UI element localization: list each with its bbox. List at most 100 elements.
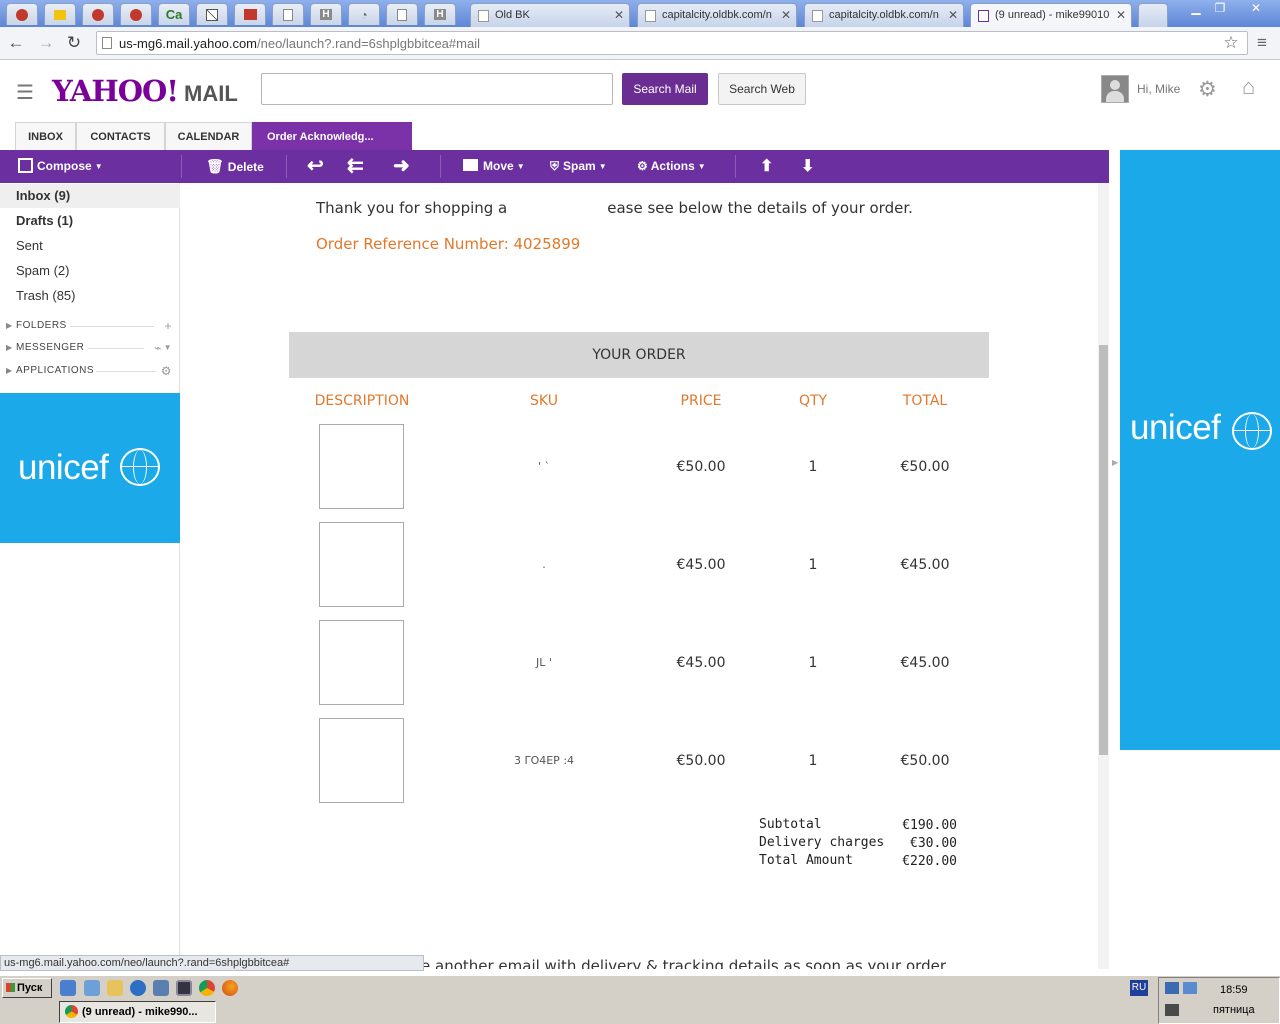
pinned-tab-9[interactable]: H [310, 3, 342, 25]
next-message-icon[interactable]: ⬇ [801, 150, 814, 183]
pinned-tab-8[interactable] [272, 3, 304, 25]
browser-tab-old-bk[interactable]: Old BK ✕ [470, 3, 630, 27]
product-image[interactable] [319, 522, 404, 607]
quicklaunch-window-icon[interactable] [176, 980, 192, 996]
spam-button[interactable]: ⛨ Spam ▼ [550, 150, 607, 183]
pinned-tab-11[interactable] [386, 3, 418, 25]
quicklaunch-ie-icon[interactable] [60, 980, 76, 996]
pinned-tab-6[interactable] [196, 3, 228, 25]
network-icon[interactable] [1165, 982, 1179, 994]
home-icon[interactable]: ⌂ [1242, 74, 1255, 100]
pinned-tab-2[interactable] [44, 3, 76, 25]
unicef-ad-left[interactable]: unicef [0, 393, 180, 543]
tab-contacts[interactable]: CONTACTS [76, 122, 165, 150]
sidebar-item-sent[interactable]: Sent [0, 234, 180, 258]
forward-mail-icon[interactable]: ➜ [393, 150, 410, 183]
sidebar-item-drafts[interactable]: Drafts (1) [0, 209, 180, 233]
quicklaunch-firefox-icon[interactable] [222, 980, 238, 996]
chevron-down-icon[interactable]: ▼ [164, 338, 172, 358]
sidebar-section-messenger[interactable]: ▶ MESSENGER ⌁ ▼ [0, 338, 180, 358]
product-image[interactable] [319, 718, 404, 803]
product-image[interactable] [319, 424, 404, 509]
close-tab-icon[interactable]: ✕ [614, 8, 624, 22]
new-tab-button[interactable] [1138, 3, 1168, 27]
pinned-tab-label: H [434, 9, 446, 20]
unicef-ad-right[interactable]: unicef [1120, 150, 1280, 750]
quicklaunch-chrome-icon[interactable] [199, 980, 215, 996]
product-image[interactable] [319, 620, 404, 705]
pinned-tab-1[interactable] [6, 3, 38, 25]
minimize-icon[interactable]: ▁ [1184, 1, 1208, 17]
previous-message-icon[interactable]: ⬆ [760, 150, 773, 183]
mail-icon [978, 10, 989, 22]
browser-tab-capitalcity-1[interactable]: capitalcity.oldbk.com/n ✕ [637, 3, 797, 27]
pinned-tab-7[interactable] [234, 3, 266, 25]
compose-button[interactable]: Compose ▼ [18, 150, 103, 183]
close-tab-icon[interactable]: ✕ [948, 8, 958, 22]
quicklaunch-network-icon[interactable] [84, 980, 100, 996]
back-icon[interactable]: ← [6, 33, 26, 53]
quicklaunch-browser-icon[interactable] [130, 980, 146, 996]
section-label: FOLDERS [16, 320, 67, 331]
pinned-tab-5[interactable]: Ca [158, 3, 190, 25]
move-button[interactable]: Move ▼ [463, 150, 525, 183]
sidebar-section-folders[interactable]: ▶ FOLDERS + [0, 316, 180, 336]
column-header-total: TOTAL [902, 393, 948, 409]
quicklaunch-folder-icon[interactable] [107, 980, 123, 996]
language-indicator[interactable]: RU [1130, 980, 1148, 996]
avatar[interactable] [1101, 75, 1129, 103]
chevron-down-icon: ▼ [516, 162, 525, 171]
bookmark-star-icon[interactable]: ☆ [1221, 33, 1241, 53]
scrollbar-thumb[interactable] [1099, 345, 1108, 755]
toolbar-divider [735, 155, 736, 178]
close-tab-icon[interactable]: ✕ [1116, 8, 1126, 22]
gear-icon[interactable]: ⚙ [1198, 77, 1217, 102]
reply-all-icon[interactable]: ⇇ [347, 150, 364, 183]
expand-arrow-icon: ▶ [6, 321, 13, 330]
pinned-tab-10[interactable]: ◔ [348, 3, 380, 25]
clock[interactable]: 18:59 [1220, 984, 1248, 996]
search-web-button[interactable]: Search Web [718, 73, 806, 105]
sidebar-item-spam[interactable]: Spam (2) [0, 259, 180, 283]
sidebar-section-applications[interactable]: ▶ APPLICATIONS ⚙ [0, 361, 180, 381]
search-mail-button[interactable]: Search Mail [622, 73, 708, 105]
browser-tab-capitalcity-2[interactable]: capitalcity.oldbk.com/n ✕ [804, 3, 964, 27]
chrome-menu-icon[interactable]: ≡ [1252, 33, 1272, 53]
user-greeting[interactable]: Hi, Mike [1137, 82, 1180, 96]
reload-icon[interactable]: ↻ [64, 33, 84, 53]
delete-button[interactable]: 🗑 Delete [206, 150, 264, 183]
toolbar-divider [286, 155, 287, 178]
quicklaunch-desktop-icon[interactable] [153, 980, 169, 996]
pinned-tab-label: Ca [165, 7, 183, 22]
reply-icon[interactable]: ↩ [307, 150, 324, 183]
gear-icon[interactable]: ⚙ [161, 361, 172, 381]
tab-order-acknowledgement[interactable]: Order Acknowledg... [252, 122, 412, 150]
address-bar[interactable]: us-mg6.mail.yahoo.com/neo/launch?.rand=6… [96, 31, 1248, 55]
status-icon[interactable]: ⌁ [154, 338, 162, 358]
pinned-tab-4[interactable] [120, 3, 152, 25]
tab-inbox[interactable]: INBOX [15, 122, 76, 150]
add-folder-icon[interactable]: + [164, 316, 172, 336]
sidebar-item-trash[interactable]: Trash (85) [0, 284, 180, 308]
yahoo-mail-logo[interactable]: YAHOO! MAIL [52, 74, 238, 108]
restore-icon[interactable]: ❐ [1208, 1, 1232, 17]
close-tab-icon[interactable]: ✕ [781, 8, 791, 22]
sidebar-item-inbox[interactable]: Inbox (9) [0, 184, 180, 208]
thanks-text-a: Thank you for shopping a [316, 199, 508, 217]
close-window-icon[interactable]: ✕ [1244, 1, 1268, 17]
tab-calendar[interactable]: CALENDAR [165, 122, 252, 150]
start-button[interactable]: Пуск [2, 978, 52, 998]
message-body: Thank you for shopping a ease see below t… [181, 183, 1098, 969]
network-icon-2[interactable] [1183, 982, 1197, 994]
actions-button[interactable]: ⚙ Actions ▼ [637, 150, 706, 183]
hamburger-menu-icon[interactable]: ☰ [16, 80, 34, 105]
pinned-tab-3[interactable] [82, 3, 114, 25]
yahoo-header: ☰ YAHOO! MAIL Search Mail Search Web Hi, … [0, 60, 1280, 150]
forward-icon[interactable]: → [36, 33, 56, 53]
taskbar-window-button[interactable]: (9 unread) - mike990... [59, 1001, 216, 1023]
pinned-tab-12[interactable]: H [424, 3, 456, 25]
tray-app-icon[interactable] [1165, 1004, 1179, 1016]
search-input[interactable] [261, 73, 613, 105]
collapse-ad-arrow-icon[interactable]: ▶ [1112, 458, 1118, 467]
browser-tab-yahoo-mail[interactable]: (9 unread) - mike99010 ✕ [970, 3, 1132, 27]
